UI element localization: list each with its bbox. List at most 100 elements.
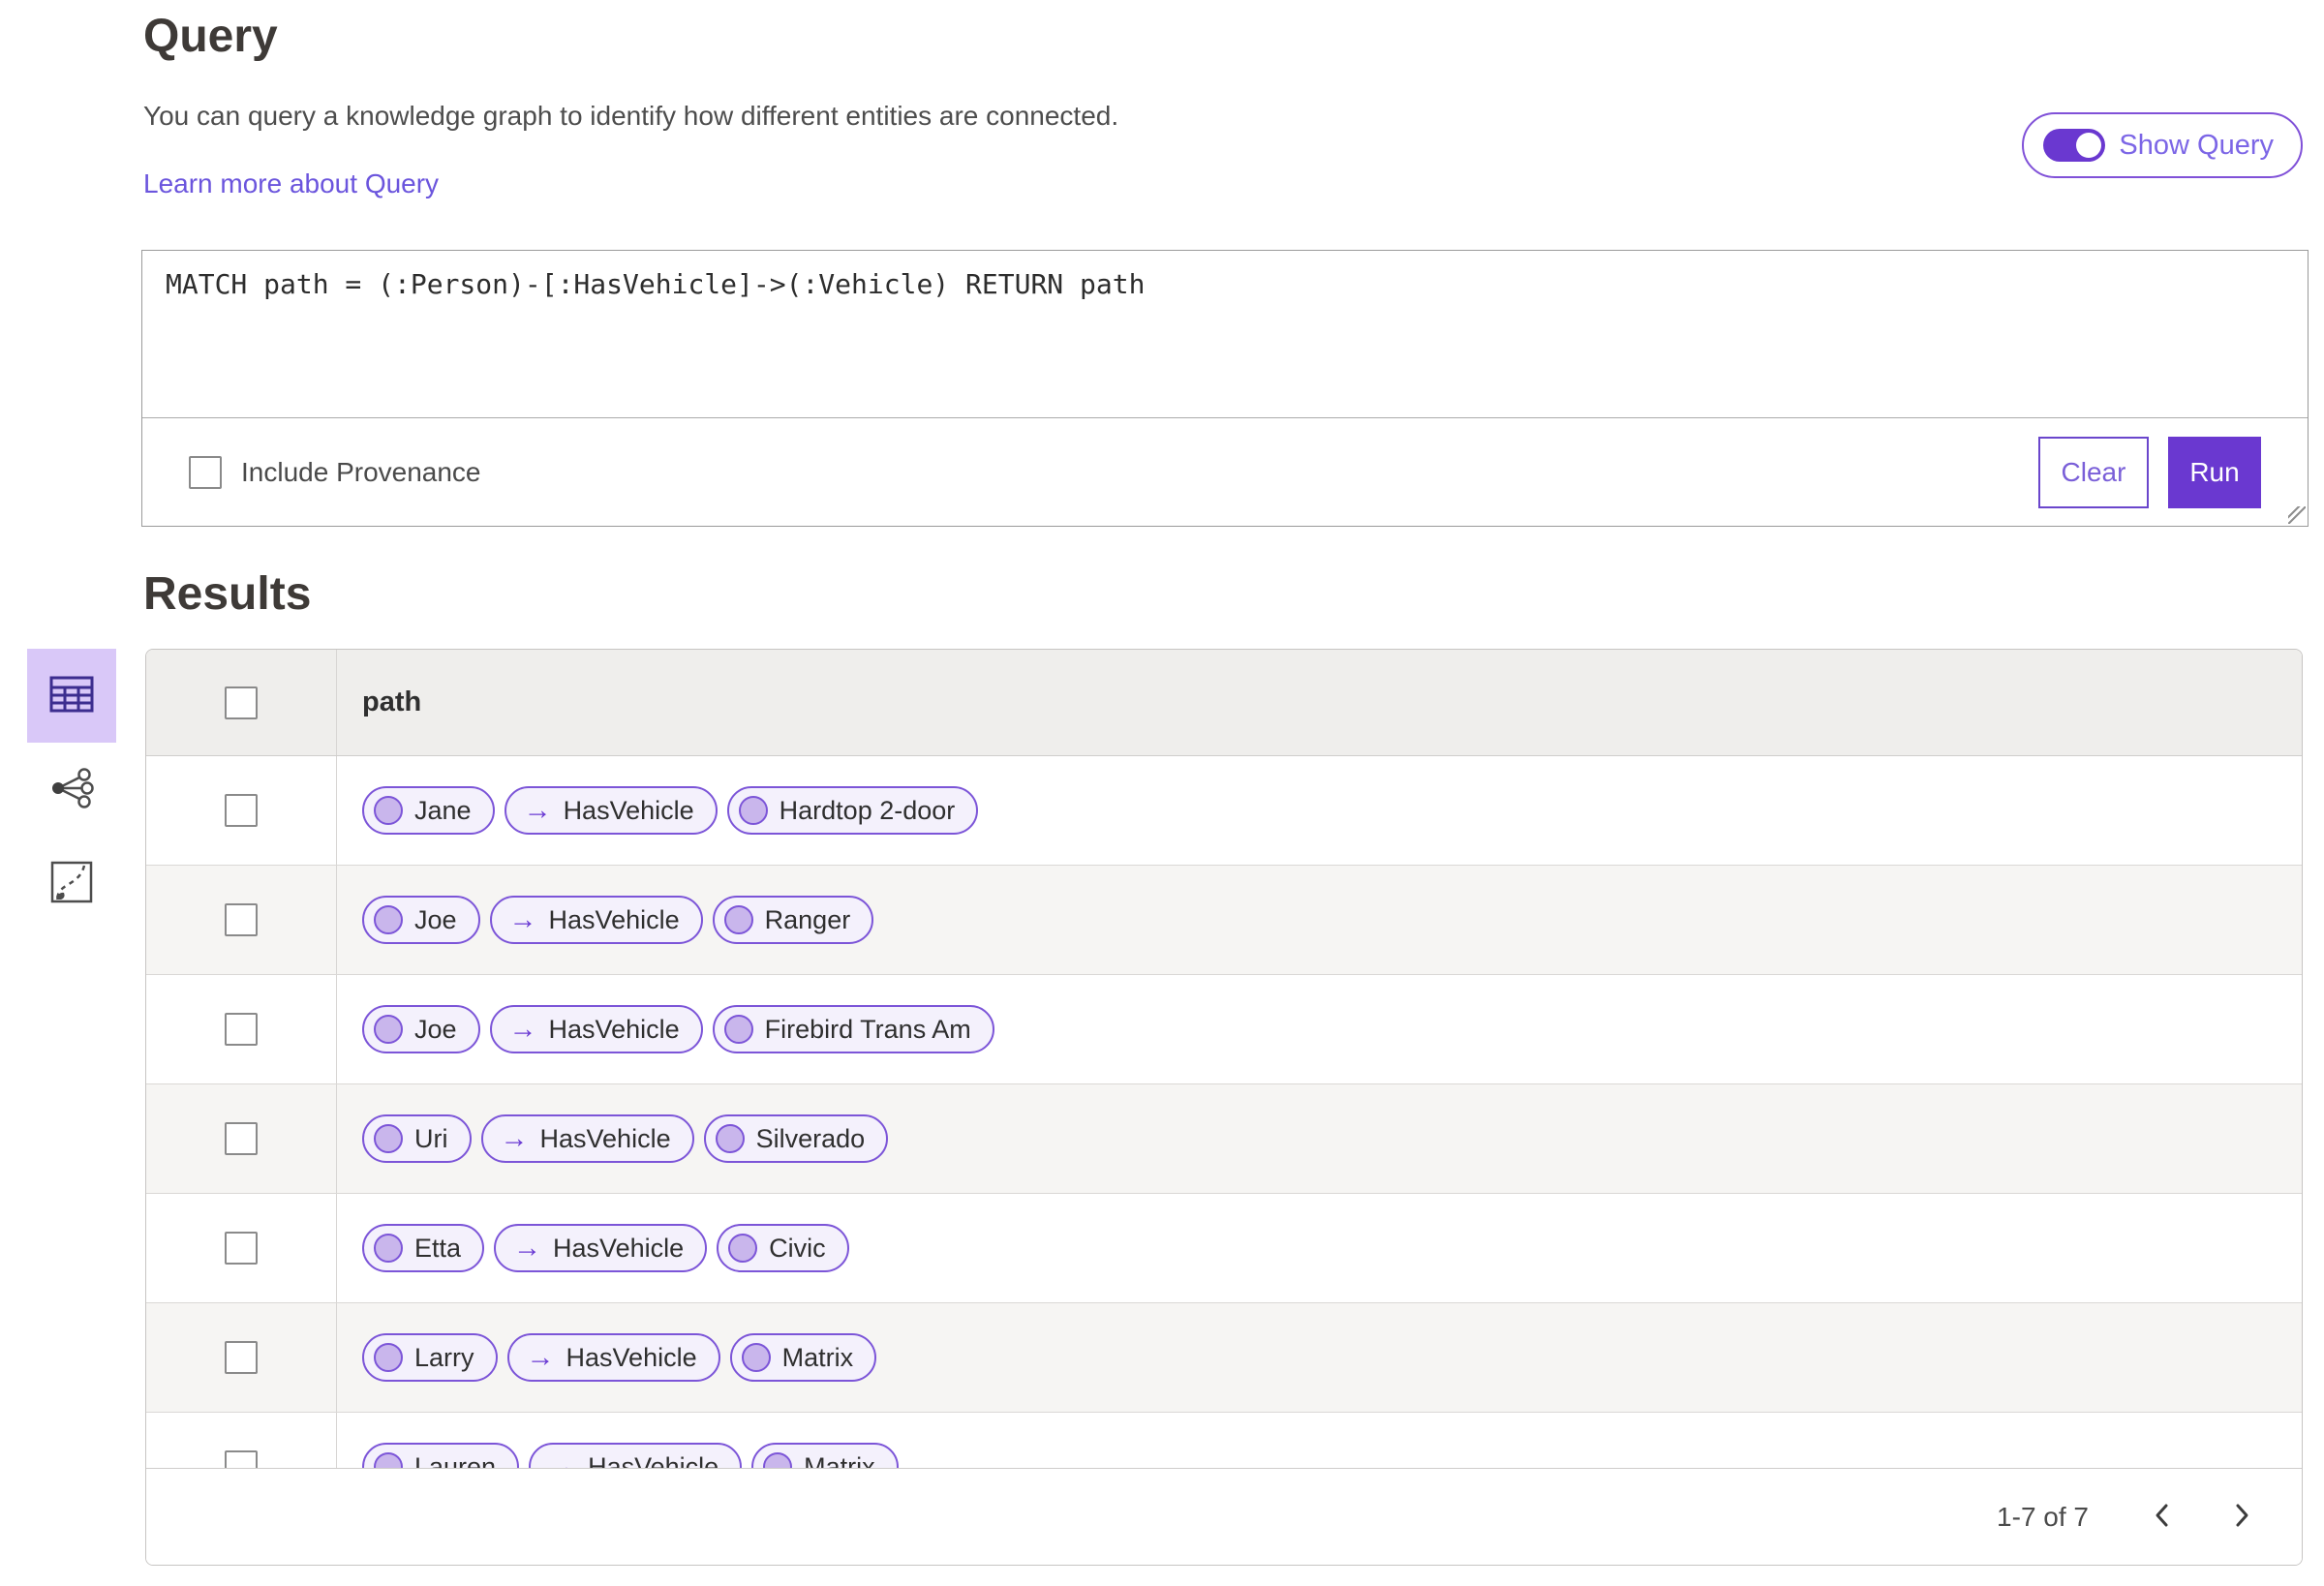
entity-node-icon: [738, 796, 768, 825]
page-title: Query: [143, 11, 278, 62]
entity-label: Hardtop 2-door: [779, 795, 956, 825]
select-all-cell: [146, 650, 337, 755]
entity-pill-target[interactable]: Ranger: [712, 896, 874, 944]
entity-pill-target[interactable]: Matrix: [729, 1333, 877, 1382]
toggle-switch-icon[interactable]: [2043, 129, 2106, 162]
page-range-label: 1-7 of 7: [1997, 1501, 2089, 1532]
arrow-right-icon: →: [513, 1232, 542, 1264]
relationship-pill[interactable]: → HasVehicle: [494, 1224, 708, 1272]
entity-node-icon: [374, 1015, 403, 1044]
next-page-button[interactable]: [2218, 1494, 2265, 1540]
entity-pill-target[interactable]: Civic: [717, 1224, 849, 1272]
learn-more-link[interactable]: Learn more about Query: [143, 168, 439, 199]
entity-pill-source[interactable]: Etta: [362, 1224, 485, 1272]
row-checkbox[interactable]: [225, 1122, 258, 1155]
entity-pill-target[interactable]: Hardtop 2-door: [726, 786, 979, 835]
query-panel-footer: Include Provenance Clear Run: [142, 418, 2308, 527]
results-title: Results: [143, 568, 312, 620]
relationship-label: HasVehicle: [548, 1014, 680, 1044]
prev-page-button[interactable]: [2139, 1494, 2186, 1540]
entity-label: Joe: [414, 1014, 457, 1044]
view-switcher: [27, 649, 116, 930]
table-header-row: path: [146, 650, 2302, 756]
entity-label: Ranger: [764, 904, 851, 934]
table-row: Joe → HasVehicle Firebird Trans Am: [146, 975, 2302, 1084]
entity-node-icon: [723, 905, 753, 934]
relationship-pill[interactable]: → HasVehicle: [489, 896, 703, 944]
chevron-right-icon: [2231, 1501, 2252, 1533]
table-row: Etta → HasVehicle Civic: [146, 1194, 2302, 1303]
run-button[interactable]: Run: [2168, 437, 2261, 508]
arrow-right-icon: →: [523, 794, 552, 826]
include-provenance-checkbox[interactable]: [189, 456, 222, 489]
entity-label: Jane: [414, 795, 472, 825]
table-view-button[interactable]: [27, 649, 116, 743]
entity-node-icon: [374, 905, 403, 934]
toggle-knob: [2076, 133, 2102, 158]
relationship-label: HasVehicle: [539, 1123, 671, 1153]
entity-node-icon: [374, 1124, 403, 1153]
arrow-right-icon: →: [508, 903, 537, 935]
entity-label: Firebird Trans Am: [764, 1014, 971, 1044]
relationship-pill[interactable]: → HasVehicle: [506, 1333, 720, 1382]
entity-node-icon: [741, 1343, 771, 1372]
query-page: Query You can query a knowledge graph to…: [0, 0, 2324, 1586]
entity-node-icon: [374, 796, 403, 825]
entity-pill-source[interactable]: Jane: [362, 786, 495, 835]
show-query-label: Show Query: [2119, 129, 2274, 161]
entity-node-icon: [723, 1015, 753, 1044]
relationship-label: HasVehicle: [566, 1342, 697, 1372]
entity-pill-source[interactable]: Uri: [362, 1114, 472, 1163]
entity-label: Joe: [414, 904, 457, 934]
arrow-right-icon: →: [508, 1013, 537, 1045]
pagination-bar: 1-7 of 7: [146, 1468, 2302, 1565]
map-view-button[interactable]: [27, 837, 116, 930]
entity-label: Uri: [414, 1123, 448, 1153]
entity-label: Civic: [769, 1233, 826, 1263]
show-query-toggle[interactable]: Show Query: [2022, 112, 2303, 178]
relationship-pill[interactable]: → HasVehicle: [489, 1005, 703, 1053]
entity-pill-target[interactable]: Firebird Trans Am: [712, 1005, 994, 1053]
entity-pill-source[interactable]: Joe: [362, 1005, 480, 1053]
query-panel: MATCH path = (:Person)-[:HasVehicle]->(:…: [141, 250, 2309, 527]
entity-label: Silverado: [755, 1123, 866, 1153]
entity-label: Etta: [414, 1233, 462, 1263]
table-row: Jane → HasVehicle Hardtop 2-door: [146, 756, 2302, 866]
results-table: path Jane → HasVehicle Hardtop 2-door Jo…: [145, 649, 2303, 1566]
resize-handle-icon[interactable]: [2288, 506, 2306, 524]
row-checkbox[interactable]: [225, 1013, 258, 1046]
relationship-pill[interactable]: → HasVehicle: [504, 786, 718, 835]
entity-node-icon: [715, 1124, 745, 1153]
entity-node-icon: [374, 1234, 403, 1263]
relationship-label: HasVehicle: [553, 1233, 685, 1263]
map-icon: [49, 860, 94, 907]
clear-button[interactable]: Clear: [2038, 437, 2149, 508]
entity-node-icon: [374, 1343, 403, 1372]
table-icon: [49, 676, 94, 716]
link-chart-icon: [48, 765, 95, 814]
entity-label: Larry: [414, 1342, 474, 1372]
relationship-label: HasVehicle: [563, 795, 694, 825]
chevron-left-icon: [2152, 1501, 2173, 1533]
entity-pill-source[interactable]: Larry: [362, 1333, 498, 1382]
relationship-pill[interactable]: → HasVehicle: [480, 1114, 694, 1163]
select-all-checkbox[interactable]: [225, 686, 258, 719]
entity-pill-target[interactable]: Silverado: [703, 1114, 889, 1163]
query-input[interactable]: MATCH path = (:Person)-[:HasVehicle]->(:…: [142, 251, 2308, 418]
row-checkbox[interactable]: [225, 794, 258, 827]
table-row: Uri → HasVehicle Silverado: [146, 1084, 2302, 1194]
entity-node-icon: [728, 1234, 758, 1263]
row-checkbox[interactable]: [225, 1232, 258, 1265]
arrow-right-icon: →: [526, 1341, 555, 1373]
include-provenance-label: Include Provenance: [241, 457, 481, 487]
entity-label: Matrix: [781, 1342, 854, 1372]
arrow-right-icon: →: [500, 1122, 529, 1154]
entity-pill-source[interactable]: Joe: [362, 896, 480, 944]
column-header-path: path: [362, 686, 422, 717]
row-checkbox[interactable]: [225, 1341, 258, 1374]
table-row: Joe → HasVehicle Ranger: [146, 866, 2302, 975]
path-header-cell: path: [337, 650, 2302, 755]
link-chart-view-button[interactable]: [27, 743, 116, 837]
row-checkbox[interactable]: [225, 903, 258, 936]
relationship-label: HasVehicle: [548, 904, 680, 934]
